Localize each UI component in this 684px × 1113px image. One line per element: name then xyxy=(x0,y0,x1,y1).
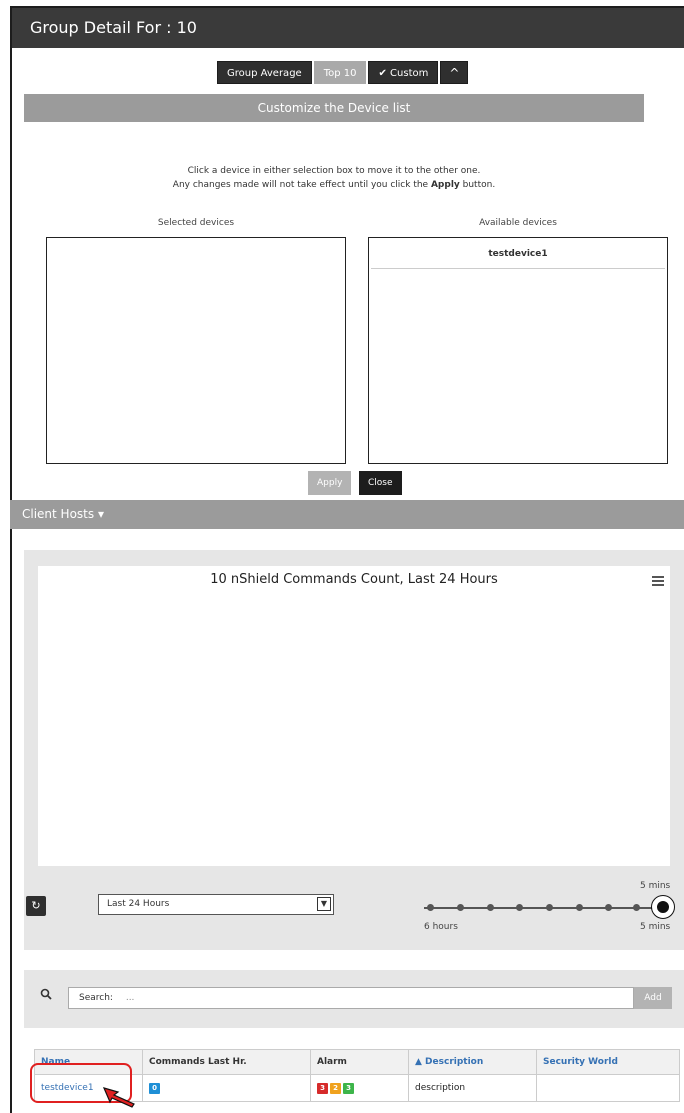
pointer-arrow-icon xyxy=(102,1087,135,1108)
alarm-critical-badge: 3 xyxy=(317,1082,328,1094)
available-devices-listbox[interactable]: testdevice1 xyxy=(368,237,668,464)
slider-tick xyxy=(546,904,553,911)
time-range-select[interactable]: Last 24 Hours ▼ xyxy=(98,894,334,915)
selected-devices-listbox[interactable] xyxy=(46,237,346,464)
chart-area: 10 nShield Commands Count, Last 24 Hours xyxy=(38,566,670,866)
slider-min-label: 6 hours xyxy=(424,922,458,932)
collapse-button[interactable]: ^ xyxy=(440,61,469,84)
client-hosts-dropdown[interactable]: Client Hosts ▾ xyxy=(10,500,684,529)
refresh-button[interactable]: ↻ xyxy=(26,896,46,916)
instruction-post: button. xyxy=(459,180,496,190)
apply-button[interactable]: Apply xyxy=(308,471,352,495)
search-input[interactable]: Search: ... xyxy=(68,987,634,1009)
security-world-cell xyxy=(536,1074,680,1102)
top10-button[interactable]: Top 10 xyxy=(313,61,367,84)
selected-devices-label: Selected devices xyxy=(157,218,235,228)
alarm-cell: 323 xyxy=(310,1074,409,1102)
chart-menu-icon[interactable] xyxy=(652,576,664,588)
chevron-up-icon: ^ xyxy=(449,66,460,80)
alarm-warning-badge: 2 xyxy=(330,1082,341,1094)
slider-tick xyxy=(457,904,464,911)
column-header-security-world[interactable]: Security World xyxy=(536,1049,680,1075)
search-label: Search: xyxy=(79,993,113,1003)
group-average-button[interactable]: Group Average xyxy=(217,61,312,84)
instruction-line-1: Click a device in either selection box t… xyxy=(187,166,481,176)
column-header-alarm[interactable]: Alarm xyxy=(310,1049,409,1075)
slider-tick xyxy=(576,904,583,911)
commands-cell: 0 xyxy=(142,1074,311,1102)
available-devices-label: Available devices xyxy=(479,218,557,228)
description-cell: description xyxy=(408,1074,537,1102)
column-header-description[interactable]: ▲ Description xyxy=(408,1049,537,1075)
slider-tick xyxy=(487,904,494,911)
alarm-ok-badge: 3 xyxy=(343,1082,354,1094)
slider-tick xyxy=(633,904,640,911)
custom-button-label: Custom xyxy=(390,68,429,79)
view-button-group: Group Average Top 10 ✔ Custom ^ xyxy=(217,61,469,84)
refresh-icon: ↻ xyxy=(31,899,41,912)
slider-current-label: 5 mins xyxy=(640,881,671,891)
close-button[interactable]: Close xyxy=(359,471,402,495)
search-placeholder: ... xyxy=(125,993,135,1003)
slider-tick xyxy=(516,904,523,911)
available-device-item[interactable]: testdevice1 xyxy=(371,240,665,269)
customize-header: Customize the Device list xyxy=(24,94,644,122)
slider-max-label: 5 mins xyxy=(640,922,671,932)
interval-slider-handle[interactable] xyxy=(651,895,675,919)
custom-button[interactable]: ✔ Custom xyxy=(368,61,439,84)
instruction-line-2: Any changes made will not take effect un… xyxy=(24,180,644,190)
chevron-down-icon: ▼ xyxy=(317,897,331,911)
chart-panel: 10 nShield Commands Count, Last 24 Hours xyxy=(24,550,684,950)
column-header-commands[interactable]: Commands Last Hr. xyxy=(142,1049,311,1075)
commands-badge: 0 xyxy=(149,1082,160,1094)
check-icon: ✔ xyxy=(378,68,387,79)
slider-tick xyxy=(427,904,434,911)
page-title: Group Detail For : 10 xyxy=(12,8,684,48)
search-icon xyxy=(40,988,52,1000)
chart-title: 10 nShield Commands Count, Last 24 Hours xyxy=(210,572,498,587)
add-button[interactable]: Add xyxy=(634,987,672,1009)
slider-tick xyxy=(605,904,612,911)
instruction-apply-word: Apply xyxy=(430,180,460,190)
instruction-pre: Any changes made will not take effect un… xyxy=(172,180,431,190)
time-range-value: Last 24 Hours xyxy=(107,899,170,909)
